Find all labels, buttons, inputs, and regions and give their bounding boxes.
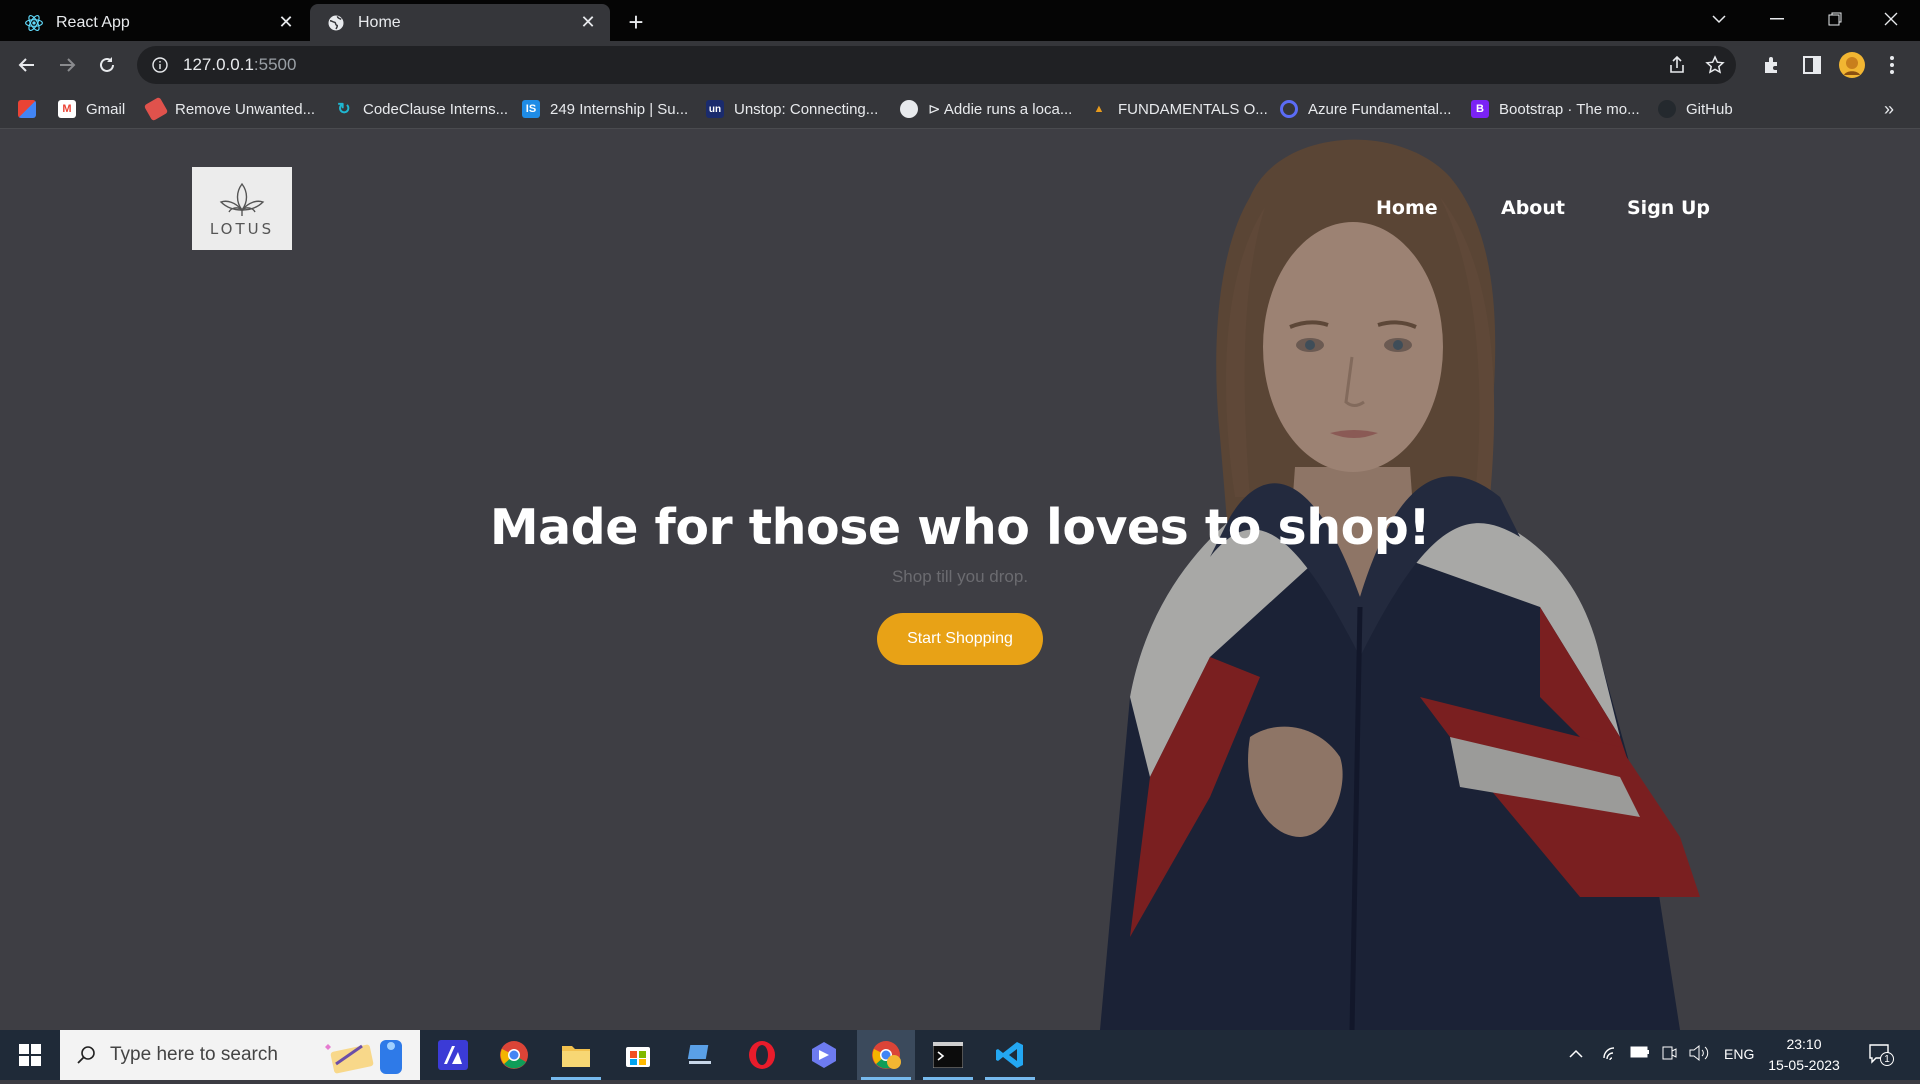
windows-taskbar: Type here to search ENG 23:10 15-05-2023… [0, 1030, 1920, 1080]
unstop-icon: un [706, 100, 724, 118]
tab-react-app[interactable]: React App ✕ [8, 4, 308, 41]
bookmark-star-icon[interactable] [1705, 55, 1725, 80]
bookmark-label: Unstop: Connecting... [734, 100, 879, 118]
bookmark-label: CodeClause Interns... [363, 100, 509, 118]
search-icon [76, 1045, 96, 1065]
extensions-puzzle-icon[interactable] [1754, 47, 1790, 83]
volume-icon[interactable] [1688, 1044, 1710, 1066]
tab-title: Home [358, 13, 401, 31]
bookmarks-bar: M Gmail Remove Unwanted... ↻ CodeClause … [0, 89, 1920, 129]
bookmark-addie[interactable]: ⊳ Addie runs a loca... [900, 97, 1072, 121]
bookmark-internship[interactable]: IS 249 Internship | Su... [522, 97, 688, 121]
nav-sign-up[interactable]: Sign Up [1627, 197, 1710, 219]
nav-home[interactable]: Home [1376, 197, 1438, 219]
new-tab-button[interactable]: + [620, 6, 652, 38]
bookmark-azure[interactable]: Azure Fundamental... [1280, 97, 1451, 121]
bookmark-label: FUNDAMENTALS O... [1118, 100, 1268, 118]
side-panel-icon[interactable] [1794, 47, 1830, 83]
bookmark-fundamentals[interactable]: ▲ FUNDAMENTALS O... [1090, 97, 1268, 121]
bookmark-label: 249 Internship | Su... [550, 100, 689, 118]
nav-about[interactable]: About [1501, 197, 1565, 219]
chart-icon: ▲ [1093, 103, 1105, 115]
lotus-icon [219, 182, 265, 216]
site-logo[interactable]: LOTUS [192, 167, 292, 250]
eraser-icon [143, 96, 169, 122]
profile-avatar[interactable] [1834, 47, 1870, 83]
github-icon [1658, 100, 1676, 118]
close-icon[interactable]: ✕ [276, 12, 296, 33]
taskbar-app-ms-icon[interactable] [424, 1030, 482, 1080]
hero-tagline: Shop till you drop. [891, 567, 1029, 586]
clock-date: 15-05-2023 [1768, 1057, 1840, 1073]
taskbar-power-automate-icon[interactable] [795, 1030, 853, 1080]
bookmark-codeclause[interactable]: ↻ CodeClause Interns... [335, 97, 508, 121]
bookmarks-overflow-button[interactable]: » [1884, 97, 1894, 121]
url-port: :5500 [253, 55, 297, 74]
notification-center-icon[interactable]: 1 [1868, 1042, 1894, 1068]
wifi-icon[interactable] [1602, 1044, 1620, 1066]
page-viewport: LOTUS Home About Sign Up Made for those … [0, 129, 1920, 1030]
close-icon[interactable]: ✕ [578, 12, 598, 33]
tab-home[interactable]: Home ✕ [310, 4, 610, 41]
logo-text: LOTUS [209, 219, 275, 238]
bookmark-bootstrap[interactable]: B Bootstrap · The mo... [1471, 97, 1640, 121]
notification-count-badge: 1 [1880, 1052, 1894, 1066]
bookmark-github[interactable]: GitHub [1658, 97, 1733, 121]
taskbar-opera-icon[interactable] [733, 1030, 791, 1080]
menu-kebab-icon[interactable] [1874, 47, 1910, 83]
forward-icon[interactable] [49, 47, 85, 83]
tab-search-chevron-icon[interactable] [1690, 0, 1748, 38]
bookmark-label: Bootstrap · The mo... [1499, 100, 1640, 118]
globe-icon [326, 13, 346, 33]
bookmark-label: Remove Unwanted... [175, 100, 316, 118]
bootstrap-icon: B [1471, 100, 1489, 118]
meet-now-icon[interactable] [1661, 1044, 1677, 1066]
bookmark-gmail[interactable]: M Gmail [58, 97, 125, 121]
browser-tab-strip: React App ✕ Home ✕ + [0, 0, 1920, 41]
tray-overflow-chevron-icon[interactable] [1568, 1046, 1584, 1063]
language-indicator[interactable]: ENG [1724, 1046, 1754, 1062]
reload-icon[interactable] [89, 47, 125, 83]
hero-headline: Made for those who loves to shop! [489, 499, 1431, 556]
taskbar-store-icon[interactable] [609, 1030, 667, 1080]
bookmark-label: Gmail [86, 100, 126, 118]
browser-toolbar: 127.0.0.1:5500 [0, 41, 1920, 89]
taskbar-search-box[interactable]: Type here to search [60, 1030, 420, 1080]
react-icon [24, 13, 44, 33]
taskbar-file-explorer-icon[interactable] [547, 1030, 605, 1080]
taskbar-terminal-icon[interactable] [919, 1030, 977, 1080]
github-icon [900, 100, 918, 118]
info-icon[interactable] [151, 56, 169, 74]
battery-icon[interactable] [1630, 1045, 1650, 1063]
close-window-icon[interactable] [1862, 0, 1920, 38]
tab-title: React App [56, 13, 130, 31]
taskbar-chrome-profile-icon[interactable] [857, 1030, 915, 1080]
search-placeholder: Type here to search [110, 1044, 278, 1065]
codeclause-icon: ↻ [337, 101, 351, 118]
start-shopping-button[interactable]: Start Shopping [877, 613, 1043, 665]
search-highlight-illustration-icon [322, 1034, 414, 1084]
gmail-icon: M [58, 100, 76, 118]
is-icon: IS [522, 100, 540, 118]
taskbar-vscode-icon[interactable] [981, 1030, 1039, 1080]
address-bar[interactable]: 127.0.0.1:5500 [137, 46, 1736, 84]
bookmark-unstop[interactable]: un Unstop: Connecting... [706, 97, 878, 121]
taskbar-remote-desktop-icon[interactable] [671, 1030, 729, 1080]
restore-icon[interactable] [1806, 0, 1864, 38]
windows-start-icon[interactable] [0, 1030, 60, 1080]
taskbar-chrome-icon[interactable] [485, 1030, 543, 1080]
apps-icon [18, 100, 36, 118]
clock[interactable]: 23:10 15-05-2023 [1766, 1034, 1842, 1076]
clock-time: 23:10 [1786, 1036, 1822, 1052]
bookmark-label: GitHub [1686, 100, 1733, 118]
bookmark-apps[interactable] [18, 97, 36, 121]
share-icon[interactable] [1667, 55, 1687, 80]
back-icon[interactable] [9, 47, 45, 83]
bookmark-label: Azure Fundamental... [1308, 100, 1452, 118]
azure-icon [1280, 100, 1298, 118]
minimize-icon[interactable] [1748, 0, 1806, 38]
url-host: 127.0.0.1 [183, 55, 254, 74]
bookmark-label: ⊳ Addie runs a loca... [928, 101, 1073, 118]
bookmark-remove-unwanted[interactable]: Remove Unwanted... [143, 96, 316, 122]
